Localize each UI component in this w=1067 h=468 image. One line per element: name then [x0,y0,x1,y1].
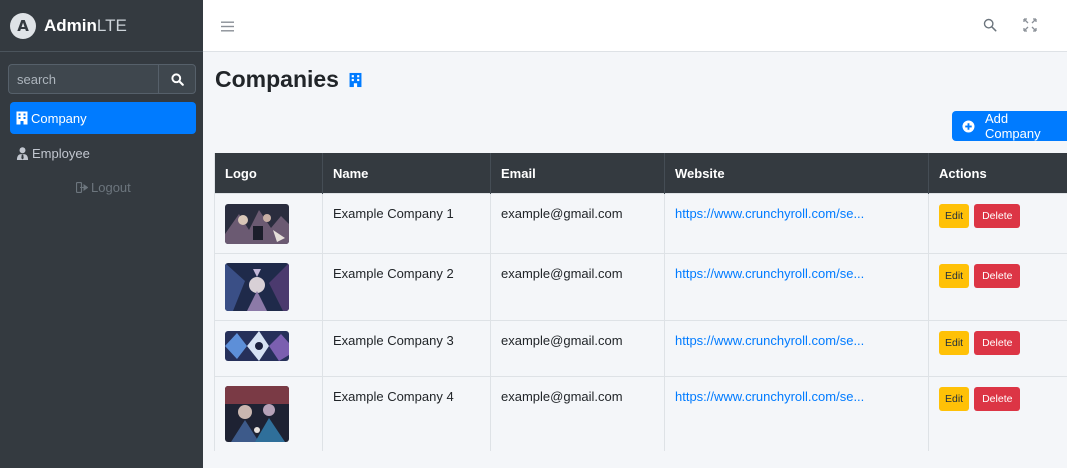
page-title: Companies [215,66,362,93]
logout-label: Logout [91,180,131,195]
sidebar-search: search [8,64,196,96]
brand-name-light: LTE [96,15,127,35]
sign-out-icon [76,182,88,193]
column-header-logo: Logo [214,153,323,194]
sidebar-search-input[interactable]: search [8,64,158,94]
company-website-cell: https://www.crunchyroll.com/se... [664,253,929,321]
add-company-label: Add Company [984,111,1041,141]
search-icon [170,72,184,86]
add-company-button[interactable]: Add Company [952,111,1067,141]
actions-cell: Edit Delete [928,376,1067,451]
user-tie-icon [16,146,29,160]
page-title-text: Companies [215,66,339,92]
company-name-cell: Example Company 2 [322,253,491,321]
table-row: Example Company 4 example@gmail.com http… [214,376,1067,451]
edit-button[interactable]: Edit [939,331,970,355]
logout-link[interactable]: Logout [76,180,131,195]
search-icon [983,18,997,32]
column-header-actions: Actions [928,153,1067,194]
delete-button[interactable]: Delete [974,264,1021,288]
website-link[interactable]: https://www.crunchyroll.com/se... [675,206,864,221]
actions-cell: Edit Delete [928,320,1067,377]
company-name-cell: Example Company 4 [322,376,491,451]
logo-cell [214,320,323,377]
expand-arrows-icon [1023,18,1037,32]
sidebar-toggle-button[interactable] [221,19,234,37]
company-email-cell: example@gmail.com [490,193,665,254]
company-email-cell: example@gmail.com [490,253,665,321]
company-website-cell: https://www.crunchyroll.com/se... [664,376,929,451]
plus-circle-icon [962,119,975,133]
building-icon [16,111,28,125]
company-logo-image [225,331,289,361]
logo-cell [214,376,323,451]
company-website-cell: https://www.crunchyroll.com/se... [664,193,929,254]
edit-button[interactable]: Edit [939,264,970,288]
column-header-website: Website [664,153,929,194]
table-header-row: Logo Name Email Website Actions [214,153,1067,194]
edit-button[interactable]: Edit [939,387,970,411]
column-header-email: Email [490,153,665,194]
table-row: Example Company 1 example@gmail.com http… [214,193,1067,254]
edit-button[interactable]: Edit [939,204,970,228]
brand-link[interactable]: A AdminLTE [0,0,203,52]
table-row: Example Company 3 example@gmail.com http… [214,320,1067,377]
company-email-cell: example@gmail.com [490,320,665,377]
actions-cell: Edit Delete [928,253,1067,321]
logo-cell [214,253,323,321]
brand-name-bold: Admin [44,15,97,35]
company-email-cell: example@gmail.com [490,376,665,451]
website-link[interactable]: https://www.crunchyroll.com/se... [675,333,864,348]
sidebar: A AdminLTE search Company Employee Logou… [0,0,203,468]
company-website-cell: https://www.crunchyroll.com/se... [664,320,929,377]
navbar-search-button[interactable] [983,18,997,37]
fullscreen-button[interactable] [1023,18,1037,37]
brand-text: AdminLTE [44,16,127,36]
website-link[interactable]: https://www.crunchyroll.com/se... [675,266,864,281]
top-navbar [203,0,1067,52]
company-logo-image [225,204,289,244]
sidebar-item-label: Company [31,110,87,126]
table-row: Example Company 2 example@gmail.com http… [214,253,1067,321]
hamburger-icon [221,21,234,32]
building-icon [349,72,362,88]
delete-button[interactable]: Delete [974,204,1021,228]
companies-table: Logo Name Email Website Actions Example … [214,153,1067,451]
delete-button[interactable]: Delete [974,387,1021,411]
sidebar-item-employee[interactable]: Employee [10,137,196,169]
delete-button[interactable]: Delete [974,331,1021,355]
actions-cell: Edit Delete [928,193,1067,254]
company-logo-image [225,386,289,442]
company-logo-image [225,263,289,311]
adminlte-logo: A [10,12,36,39]
logo-cell [214,193,323,254]
sidebar-search-button[interactable] [158,64,196,94]
company-name-cell: Example Company 3 [322,320,491,377]
sidebar-item-company[interactable]: Company [10,102,196,134]
website-link[interactable]: https://www.crunchyroll.com/se... [675,389,864,404]
company-name-cell: Example Company 1 [322,193,491,254]
column-header-name: Name [322,153,491,194]
sidebar-item-label: Employee [32,145,90,161]
